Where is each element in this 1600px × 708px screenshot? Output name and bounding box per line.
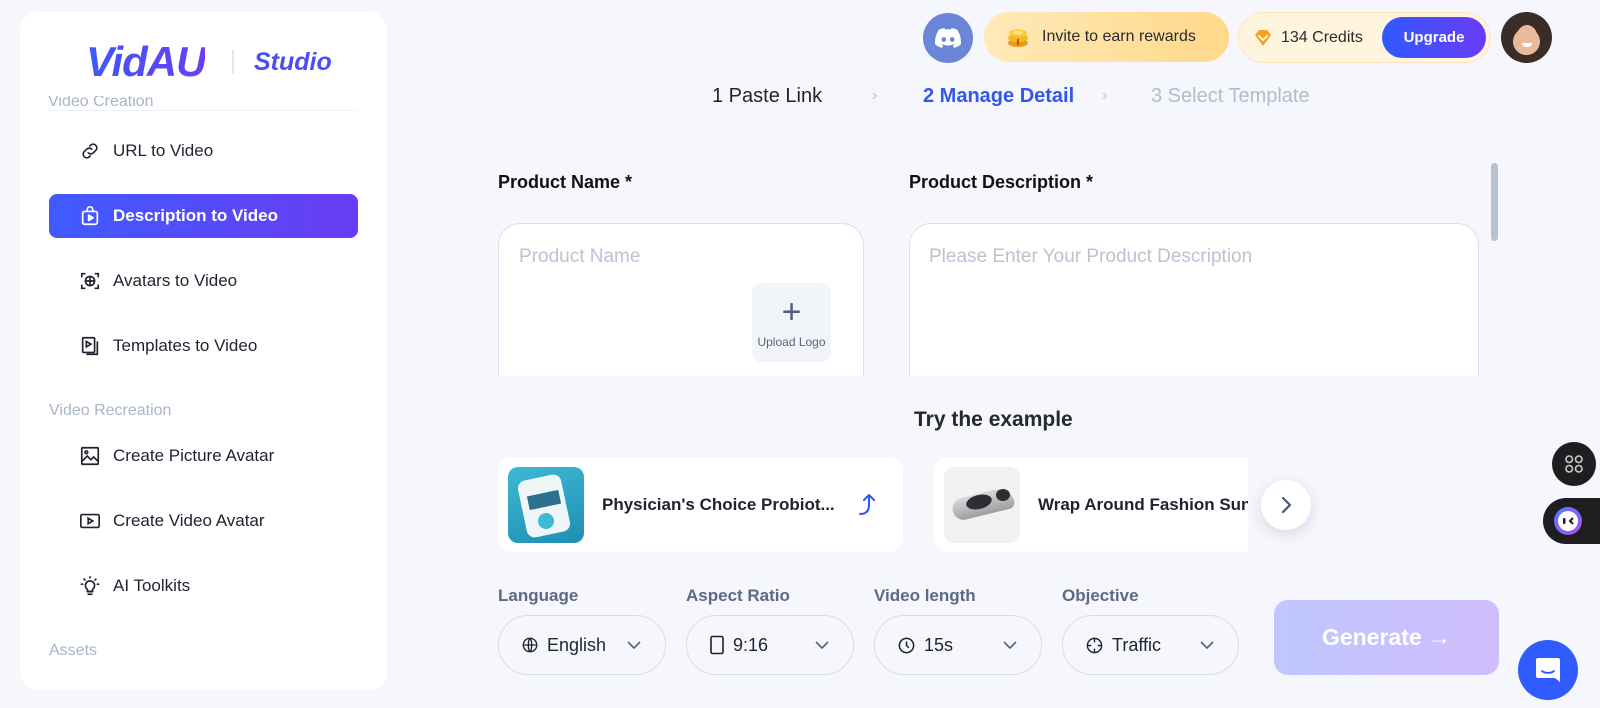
sidebar: VidAU Studio Video Creation URL to Video… bbox=[20, 12, 387, 690]
carousel-next-button[interactable] bbox=[1261, 480, 1311, 530]
product-name-box: + Upload Logo bbox=[498, 223, 864, 376]
examples-title: Try the example bbox=[914, 408, 1073, 431]
product-description-box bbox=[909, 223, 1479, 376]
assistant-widget-button[interactable] bbox=[1543, 498, 1600, 544]
avatar-scan-icon bbox=[80, 272, 100, 290]
invite-rewards-button[interactable]: Invite to earn rewards bbox=[984, 12, 1229, 62]
aspect-ratio-select[interactable]: 9:16 bbox=[686, 615, 854, 675]
plus-icon: + bbox=[781, 292, 802, 331]
video-length-select[interactable]: 15s bbox=[874, 615, 1042, 675]
objective-select[interactable]: Traffic bbox=[1062, 615, 1239, 675]
invite-label: Invite to earn rewards bbox=[1042, 28, 1196, 45]
lightbulb-icon bbox=[80, 576, 100, 596]
coins-icon bbox=[1008, 29, 1028, 47]
clock-icon bbox=[898, 637, 915, 653]
sidebar-item-ai-toolkits[interactable]: AI Toolkits bbox=[49, 564, 358, 608]
examples-carousel: Physician's Choice Probiot... Wrap Aroun… bbox=[498, 457, 1248, 553]
form-scrollbar[interactable] bbox=[1491, 163, 1498, 241]
apps-widget-button[interactable] bbox=[1552, 442, 1596, 486]
discord-icon bbox=[935, 28, 961, 48]
upload-logo-button[interactable]: + Upload Logo bbox=[752, 283, 831, 362]
support-chat-button[interactable] bbox=[1518, 640, 1578, 700]
chevron-right-icon bbox=[1281, 496, 1292, 514]
video-play-icon bbox=[80, 513, 100, 529]
discord-button[interactable] bbox=[923, 13, 973, 63]
diamond-icon bbox=[1255, 29, 1271, 46]
sidebar-item-create-picture-avatar[interactable]: Create Picture Avatar bbox=[49, 434, 358, 478]
sidebar-section-video-recreation: Video Recreation bbox=[49, 402, 172, 419]
sidebar-item-label: Create Video Avatar bbox=[113, 511, 265, 530]
chat-icon bbox=[1536, 658, 1560, 682]
step-manage-detail[interactable]: 2 Manage Detail bbox=[923, 85, 1074, 108]
link-icon bbox=[82, 143, 98, 159]
sidebar-item-label: Avatars to Video bbox=[113, 271, 238, 290]
sidebar-item-templates-to-video[interactable]: Templates to Video bbox=[49, 324, 358, 368]
example-thumbnail-probiotic bbox=[508, 466, 584, 543]
generate-button[interactable]: Generate → bbox=[1274, 600, 1499, 675]
language-value: English bbox=[547, 634, 607, 655]
language-label: Language bbox=[498, 586, 579, 605]
bot-face-icon bbox=[1554, 507, 1582, 535]
step-indicator: 1 Paste Link › 2 Manage Detail › 3 Selec… bbox=[0, 85, 1600, 111]
step-paste-link[interactable]: 1 Paste Link bbox=[712, 85, 822, 108]
product-name-input[interactable] bbox=[519, 246, 749, 268]
user-avatar[interactable] bbox=[1501, 12, 1552, 63]
chevron-down-icon bbox=[1200, 641, 1214, 650]
objective-label: Objective bbox=[1062, 586, 1139, 605]
credits-label: 134 Credits bbox=[1281, 28, 1363, 46]
example-card[interactable]: Physician's Choice Probiot... bbox=[498, 457, 903, 552]
upgrade-button[interactable]: Upgrade bbox=[1382, 17, 1486, 58]
objective-value: Traffic bbox=[1112, 634, 1162, 655]
product-description-label: Product Description * bbox=[909, 172, 1094, 192]
chevron-right-icon: › bbox=[872, 87, 878, 104]
credits-pill: 134 Credits Upgrade bbox=[1238, 12, 1491, 63]
avatar-face bbox=[1516, 25, 1538, 53]
sidebar-item-label: Create Picture Avatar bbox=[113, 446, 275, 465]
aspect-ratio-label: Aspect Ratio bbox=[686, 586, 790, 605]
video-length-label: Video length bbox=[874, 586, 976, 605]
bag-play-icon bbox=[81, 206, 99, 226]
globe-icon bbox=[522, 637, 538, 653]
aspect-ratio-value: 9:16 bbox=[733, 634, 769, 655]
target-icon bbox=[1086, 637, 1103, 653]
portrait-icon bbox=[710, 635, 724, 655]
chevron-down-icon bbox=[627, 641, 641, 650]
example-name: Physician's Choice Probiot... bbox=[602, 494, 835, 514]
example-name: Wrap Around Fashion Sunglasses bbox=[1038, 494, 1248, 514]
sidebar-item-label: Templates to Video bbox=[113, 336, 258, 355]
sidebar-section-assets: Assets bbox=[49, 642, 98, 659]
example-thumbnail-sunglasses bbox=[944, 466, 1020, 543]
logo-studio: Studio bbox=[254, 48, 332, 76]
template-icon bbox=[81, 336, 99, 356]
use-example-arrow-icon[interactable] bbox=[857, 492, 879, 518]
product-description-input[interactable] bbox=[929, 246, 1459, 366]
sidebar-item-url-to-video[interactable]: URL to Video bbox=[49, 129, 358, 173]
example-card[interactable]: Wrap Around Fashion Sunglasses bbox=[934, 457, 1248, 552]
language-select[interactable]: English bbox=[498, 615, 666, 675]
logo-wordmark: VidAU bbox=[86, 38, 206, 85]
product-name-label: Product Name * bbox=[498, 172, 633, 192]
chevron-down-icon bbox=[1003, 641, 1017, 650]
sidebar-item-label: AI Toolkits bbox=[113, 576, 191, 595]
sidebar-item-label: URL to Video bbox=[113, 141, 214, 160]
step-select-template: 3 Select Template bbox=[1151, 85, 1310, 107]
sidebar-item-label: Description to Video bbox=[113, 206, 278, 225]
chevron-right-icon: › bbox=[1102, 87, 1108, 104]
chevron-down-icon bbox=[815, 641, 829, 650]
logo-divider bbox=[232, 50, 234, 74]
image-icon bbox=[80, 446, 100, 466]
upload-logo-label: Upload Logo bbox=[757, 334, 826, 349]
video-length-value: 15s bbox=[924, 634, 954, 655]
sidebar-item-avatars-to-video[interactable]: Avatars to Video bbox=[49, 259, 358, 303]
sidebar-item-description-to-video[interactable]: Description to Video bbox=[49, 194, 358, 238]
sidebar-item-create-video-avatar[interactable]: Create Video Avatar bbox=[49, 499, 358, 543]
grid-icon bbox=[1565, 455, 1583, 473]
